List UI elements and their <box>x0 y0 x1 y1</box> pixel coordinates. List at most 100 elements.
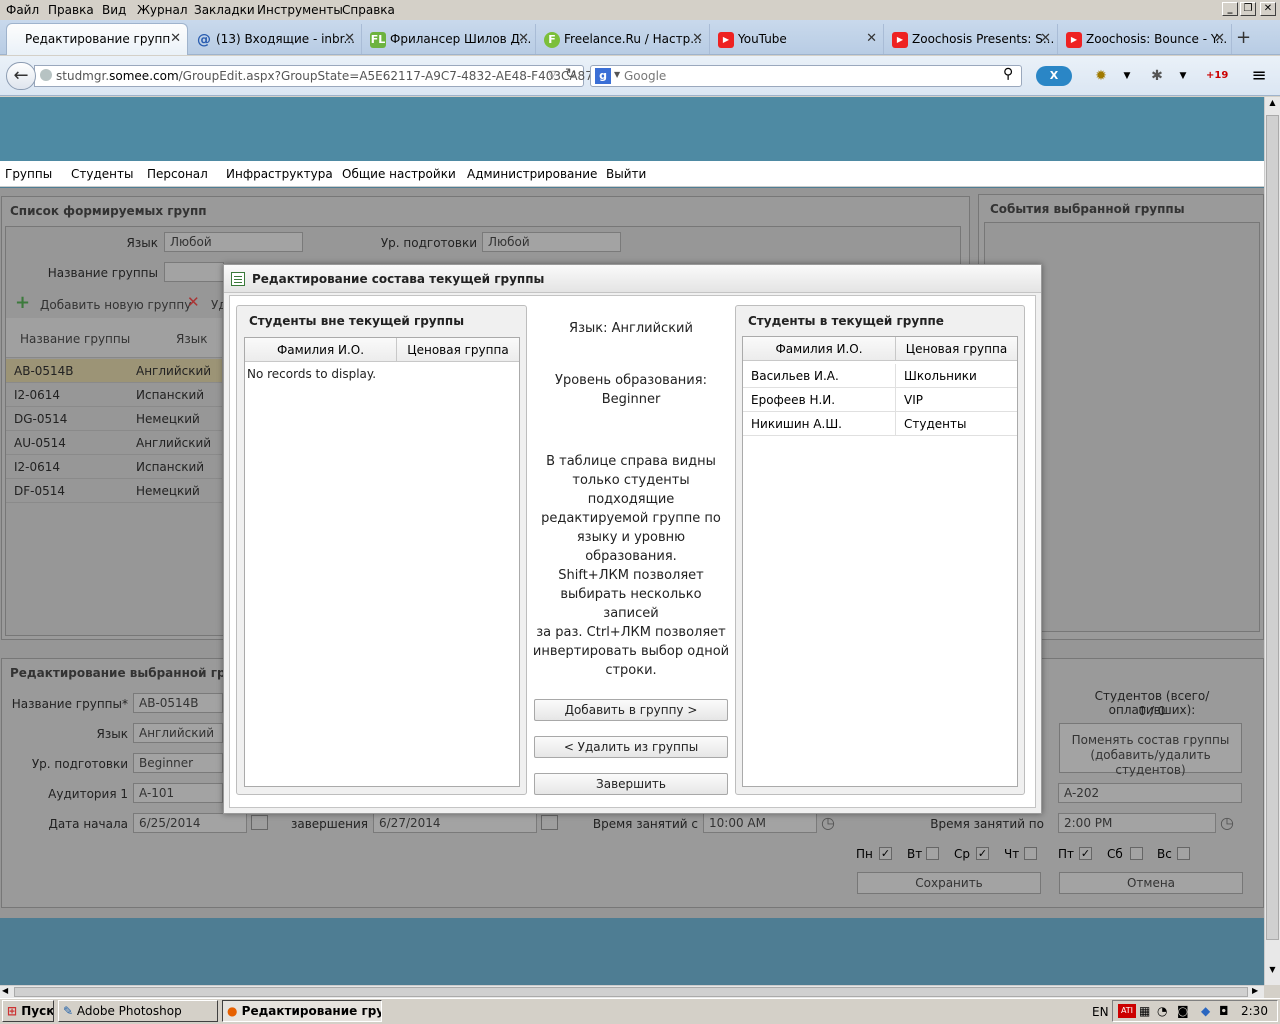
clock-icon[interactable]: ◷ <box>821 813 835 832</box>
calendar-icon[interactable] <box>541 815 558 830</box>
day-sat-checkbox[interactable] <box>1130 847 1143 860</box>
clock-label[interactable]: 2:30 <box>1241 1004 1268 1018</box>
menu-icon[interactable]: ≡ <box>1248 66 1270 86</box>
scroll-down-icon[interactable]: ▼ <box>1266 965 1279 979</box>
table-row[interactable]: I2-0614 Испанский <box>6 383 222 407</box>
tray-icon[interactable]: ◘ <box>1219 1004 1229 1018</box>
menu-bookmarks[interactable]: Закладки <box>194 3 255 17</box>
delete-icon[interactable]: ✕ <box>187 293 200 311</box>
google-icon[interactable]: g <box>595 68 611 84</box>
new-tab-icon[interactable]: + <box>1236 27 1251 48</box>
change-composition-button[interactable]: Поменять состав группы (добавить/удалить… <box>1059 723 1242 777</box>
ati-icon[interactable]: ATI <box>1118 1004 1136 1018</box>
edit-end-input[interactable]: 6/27/2014 <box>373 813 537 833</box>
clock-icon[interactable]: ◷ <box>1220 813 1234 832</box>
scroll-up-icon[interactable]: ▲ <box>1266 98 1279 112</box>
app-menu-admin[interactable]: Администрирование <box>467 167 597 181</box>
app-menu-groups[interactable]: Группы <box>5 167 52 181</box>
add-group-button[interactable]: Добавить новую группу <box>40 298 191 312</box>
add-icon[interactable]: + <box>15 292 30 313</box>
add-to-group-button[interactable]: Добавить в группу > <box>534 699 728 721</box>
tab-freelance[interactable]: F Freelance.Ru / Настр... ✕ <box>540 24 710 54</box>
tab-youtube[interactable]: ▶ YouTube ✕ <box>714 24 884 54</box>
taskbar-firefox[interactable]: ● Редактирование гру... <box>222 1000 382 1022</box>
edit-start-input[interactable]: 6/25/2014 <box>133 813 247 833</box>
taskbar-photoshop[interactable]: ✎ Adobe Photoshop <box>58 1000 218 1022</box>
edit-level-select[interactable]: Beginner <box>133 753 223 773</box>
col-full-name[interactable]: Фамилия И.О. <box>743 337 896 361</box>
tab-group-edit[interactable]: Редактирование групп ✕ <box>6 23 188 55</box>
app-menu-logout[interactable]: Выйти <box>606 167 646 181</box>
table-row[interactable]: AB-0514B Английский <box>6 359 222 383</box>
tray-icon[interactable]: ◆ <box>1201 1004 1210 1018</box>
finish-button[interactable]: Завершить <box>534 773 728 795</box>
table-row[interactable]: AU-0514 Английский <box>6 431 222 455</box>
close-window-icon[interactable]: ✕ <box>1260 2 1276 16</box>
col-full-name[interactable]: Фамилия И.О. <box>245 338 397 362</box>
tab-zoochosis-presents[interactable]: ▶ Zoochosis Presents: S... ✕ <box>888 24 1058 54</box>
col-language[interactable]: Язык <box>176 332 207 346</box>
day-fri-checkbox[interactable]: ✓ <box>1079 847 1092 860</box>
menu-tools[interactable]: Инструменты <box>257 3 343 17</box>
day-tue-checkbox[interactable] <box>926 847 939 860</box>
menu-edit[interactable]: Правка <box>48 3 94 17</box>
notification-icon[interactable]: +19 <box>1206 66 1228 86</box>
edit-room2-select[interactable]: A-202 <box>1058 783 1242 803</box>
search-icon[interactable]: ⚲ <box>1003 66 1013 82</box>
restore-icon[interactable]: ❐ <box>1240 2 1256 16</box>
scroll-left-icon[interactable]: ◀ <box>2 986 8 995</box>
day-mon-checkbox[interactable]: ✓ <box>879 847 892 860</box>
app-menu-students[interactable]: Студенты <box>71 167 133 181</box>
day-wed-checkbox[interactable]: ✓ <box>976 847 989 860</box>
edit-time-from-input[interactable]: 10:00 AM <box>703 813 817 833</box>
table-row[interactable]: Никишин А.Ш. Студенты <box>743 412 1017 436</box>
table-row[interactable]: DF-0514 Немецкий <box>6 479 222 503</box>
volume-icon[interactable]: ◔ <box>1157 1004 1167 1018</box>
col-price-group[interactable]: Ценовая группа <box>896 337 1017 361</box>
menu-history[interactable]: Журнал <box>137 3 188 17</box>
table-row[interactable]: Васильев И.А. Школьники <box>743 364 1017 388</box>
table-row[interactable]: DG-0514 Немецкий <box>6 407 222 431</box>
minimize-icon[interactable]: _ <box>1222 2 1238 16</box>
filter-level-select[interactable]: Любой <box>482 232 621 252</box>
day-thu-checkbox[interactable] <box>1024 847 1037 860</box>
calendar-icon[interactable] <box>251 815 268 830</box>
network-icon[interactable]: ▦ <box>1139 1004 1150 1018</box>
close-tab-icon[interactable]: ✕ <box>1214 24 1225 54</box>
cancel-button[interactable]: Отмена <box>1059 872 1243 894</box>
close-tab-icon[interactable]: ✕ <box>692 24 703 54</box>
language-indicator[interactable]: EN <box>1092 1005 1109 1019</box>
save-button[interactable]: Сохранить <box>857 872 1041 894</box>
edit-name-input[interactable]: AB-0514B <box>133 693 223 713</box>
table-row[interactable]: I2-0614 Испанский <box>6 455 222 479</box>
close-tab-icon[interactable]: ✕ <box>170 24 181 54</box>
filter-language-select[interactable]: Любой <box>164 232 303 252</box>
app-menu-infrastructure[interactable]: Инфраструктура <box>226 167 333 181</box>
students-outside-grid[interactable] <box>244 337 520 787</box>
scroll-right-icon[interactable]: ▶ <box>1252 986 1258 995</box>
col-price-group[interactable]: Ценовая группа <box>397 338 519 362</box>
scroll-thumb[interactable] <box>14 987 1248 997</box>
close-tab-icon[interactable]: ✕ <box>518 24 529 54</box>
close-tab-icon[interactable]: ✕ <box>344 24 355 54</box>
dropdown-arrow-icon[interactable]: ▽ <box>548 68 556 81</box>
app-menu-settings[interactable]: Общие настройки <box>342 167 456 181</box>
tab-inbox[interactable]: @ (13) Входящие - inbr... ✕ <box>192 24 362 54</box>
table-row[interactable]: Ерофеев Н.И. VIP <box>743 388 1017 412</box>
vertical-scrollbar[interactable]: ▲ ▼ <box>1264 97 1280 985</box>
app-menu-staff[interactable]: Персонал <box>147 167 208 181</box>
col-group-name[interactable]: Название группы <box>20 332 130 346</box>
close-tab-icon[interactable]: ✕ <box>866 24 877 54</box>
edit-room1-select[interactable]: A-101 <box>133 783 223 803</box>
chevron-down-icon[interactable]: ▼ <box>614 70 620 79</box>
scroll-thumb[interactable] <box>1266 115 1279 940</box>
edit-lang-select[interactable]: Английский <box>133 723 223 743</box>
filter-name-input[interactable] <box>164 262 224 282</box>
tray-icon[interactable]: ◙ <box>1177 1004 1189 1018</box>
start-button[interactable]: ⊞ Пуск <box>2 1000 54 1022</box>
horizontal-scrollbar[interactable]: ◀ ▶ <box>0 985 1264 998</box>
close-tab-icon[interactable]: ✕ <box>1040 24 1051 54</box>
xmarks-icon[interactable]: X <box>1036 66 1072 86</box>
chevron-down-icon[interactable]: ▼ <box>1172 66 1194 86</box>
remove-from-group-button[interactable]: < Удалить из группы <box>534 736 728 758</box>
